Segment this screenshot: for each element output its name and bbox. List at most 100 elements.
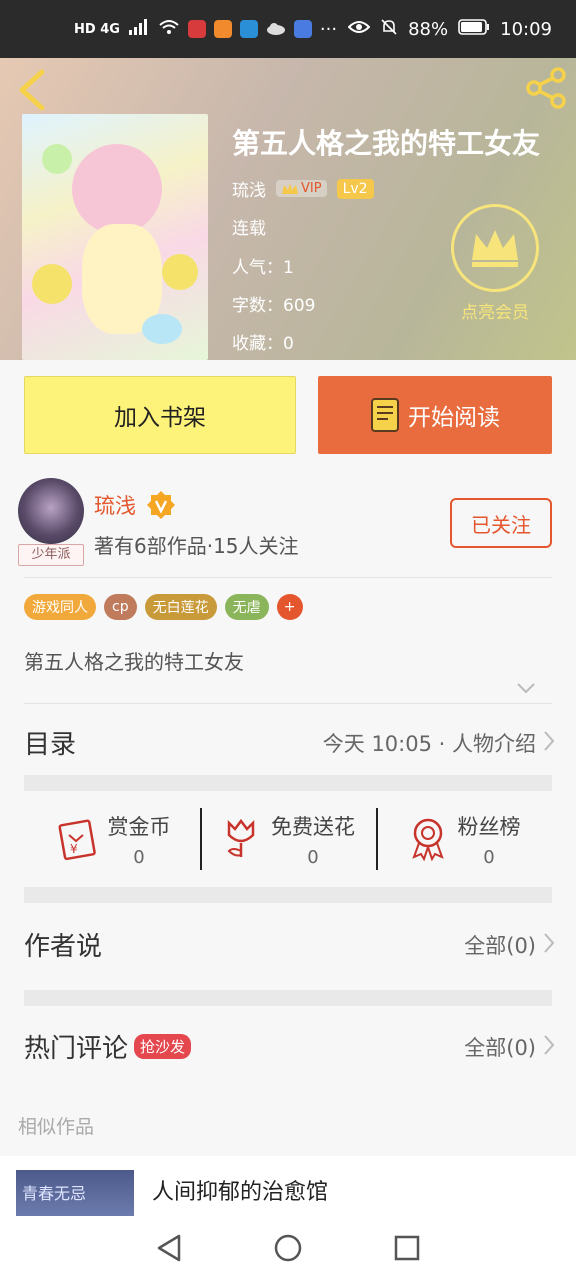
similar-work-title: 人间抑郁的治愈馆	[152, 1180, 329, 1205]
avatar[interactable]	[18, 478, 84, 544]
battery-icon	[458, 18, 490, 40]
book-popularity: 人气：1	[232, 258, 294, 278]
section-separator	[24, 887, 552, 903]
book-description: 第五人格之我的特工女友	[24, 650, 244, 674]
book-icon	[371, 398, 399, 432]
vip-label: VIP	[301, 181, 322, 196]
more-notifications-icon: ···	[319, 18, 338, 40]
stat-text: 免费送花 0	[271, 811, 355, 868]
cover-art-shape	[72, 144, 162, 234]
app-notification-icon	[293, 20, 312, 38]
divider	[24, 577, 552, 578]
verified-badge-icon	[147, 491, 175, 519]
send-flower[interactable]: 免费送花 0	[200, 792, 376, 886]
nav-recents-icon[interactable]	[393, 1234, 421, 1262]
battery-percent: 88%	[408, 18, 449, 40]
stat-text: 粉丝榜 0	[458, 811, 521, 868]
follow-button[interactable]: 已关注	[450, 498, 552, 548]
status-left: HD 4G ···	[74, 18, 337, 41]
catalog-latest: 今天 10:05 · 人物介绍	[322, 732, 536, 756]
author-card: 少年派 琉浅 著有6部作品·15人关注 已关注	[0, 466, 576, 578]
hot-comments-title: 热门评论	[24, 1034, 129, 1064]
hot-comments-header: 热门评论 抢沙发	[24, 1028, 192, 1065]
app-notification-icon	[239, 20, 258, 38]
chevron-right-icon	[544, 731, 555, 751]
add-tag-button[interactable]: +	[276, 594, 303, 620]
book-word-count: 字数：609	[232, 296, 316, 316]
stat-value: 0	[307, 846, 319, 868]
book-favorites: 收藏：0	[232, 334, 294, 354]
hot-comments-all: 全部(0)	[464, 1036, 536, 1060]
share-button[interactable]	[524, 66, 568, 110]
fan-ranking[interactable]: 粉丝榜 0	[376, 792, 552, 886]
member-label: 点亮会员	[461, 303, 529, 323]
tag-chip[interactable]: 游戏同人	[24, 594, 96, 620]
network-indicator: HD 4G	[74, 21, 120, 37]
stat-text: 赏金币 0	[108, 811, 171, 868]
cover-art-shape	[162, 254, 198, 290]
nav-home-icon[interactable]	[273, 1233, 303, 1263]
status-bar: HD 4G ··· 88% 10:09	[0, 0, 576, 58]
nav-back-icon[interactable]	[155, 1233, 183, 1263]
app-notification-icon	[187, 20, 206, 38]
stat-label: 粉丝榜	[457, 814, 521, 839]
vip-badge: VIP	[276, 180, 327, 197]
member-button[interactable]: 点亮会员	[450, 204, 540, 323]
add-to-shelf-button[interactable]: 加入书架	[24, 376, 296, 454]
book-author[interactable]: 琉浅	[232, 176, 266, 201]
chevron-left-icon	[19, 69, 45, 111]
mute-bell-icon	[380, 18, 398, 41]
eye-icon	[347, 19, 371, 40]
member-circle	[451, 204, 539, 292]
cover-art-shape	[32, 264, 72, 304]
stat-label: 免费送花	[271, 814, 355, 839]
cover-art-shape	[142, 314, 182, 344]
hot-comments-row[interactable]: 热门评论 抢沙发 全部(0)	[0, 1006, 576, 1082]
section-separator	[24, 775, 552, 791]
similar-work-cover: 青春无忌	[16, 1170, 134, 1220]
book-status: 连载	[232, 219, 266, 239]
expand-button[interactable]	[514, 676, 538, 700]
red-envelope-icon: ¥	[58, 819, 96, 861]
action-bar: 加入书架 开始阅读	[0, 360, 576, 466]
similar-work-item[interactable]: 青春无忌 人间抑郁的治愈馆	[0, 1156, 576, 1220]
flower-icon	[227, 818, 255, 857]
first-comment-badge: 抢沙发	[134, 1034, 192, 1059]
signal-icon	[128, 18, 150, 41]
book-cover[interactable]	[22, 114, 208, 360]
chevron-down-icon	[517, 683, 535, 694]
tag-chip[interactable]: 无白莲花	[144, 594, 217, 620]
author-name-row: 琉浅	[94, 490, 176, 520]
app-notification-icon	[213, 20, 232, 38]
medal-icon	[411, 818, 444, 861]
similar-works-title: 相似作品	[18, 1116, 95, 1138]
level-badge: Lv2	[336, 178, 374, 199]
system-nav-bar	[0, 1216, 576, 1280]
book-header: 第五人格之我的特工女友 琉浅 VIP Lv2 连载 人气：1 字数：609 收藏…	[0, 58, 576, 360]
interaction-stats: ¥ 赏金币 0 免费送花 0 粉丝榜 0	[24, 792, 552, 886]
section-separator	[24, 990, 552, 1006]
catalog-row[interactable]: 目录 今天 10:05 · 人物介绍	[0, 704, 576, 776]
stat-label: 赏金币	[107, 814, 171, 839]
author-name[interactable]: 琉浅	[94, 490, 136, 520]
crown-icon	[472, 230, 518, 267]
cover-art-shape	[42, 144, 72, 174]
start-reading-button[interactable]: 开始阅读	[318, 376, 552, 454]
reward-coins[interactable]: ¥ 赏金币 0	[24, 792, 200, 886]
crown-icon	[282, 182, 298, 194]
author-says-row[interactable]: 作者说 全部(0)	[0, 904, 576, 990]
author-stats: 著有6部作品·15人关注	[94, 534, 299, 558]
tag-chip[interactable]: 无虐	[224, 594, 269, 620]
chevron-right-icon	[544, 933, 555, 953]
tag-list: 游戏同人 cp 无白莲花 无虐 +	[24, 594, 303, 620]
cloud-icon	[266, 19, 286, 40]
book-title: 第五人格之我的特工女友	[232, 127, 541, 160]
author-says-title: 作者说	[24, 932, 103, 962]
catalog-title: 目录	[24, 730, 77, 760]
tag-chip[interactable]: cp	[104, 594, 137, 620]
back-button[interactable]	[14, 68, 54, 112]
status-right: 88% 10:09	[347, 18, 552, 41]
stat-value: 0	[483, 846, 495, 868]
book-author-row: 琉浅 VIP Lv2	[232, 176, 374, 201]
start-reading-label: 开始阅读	[408, 405, 500, 431]
